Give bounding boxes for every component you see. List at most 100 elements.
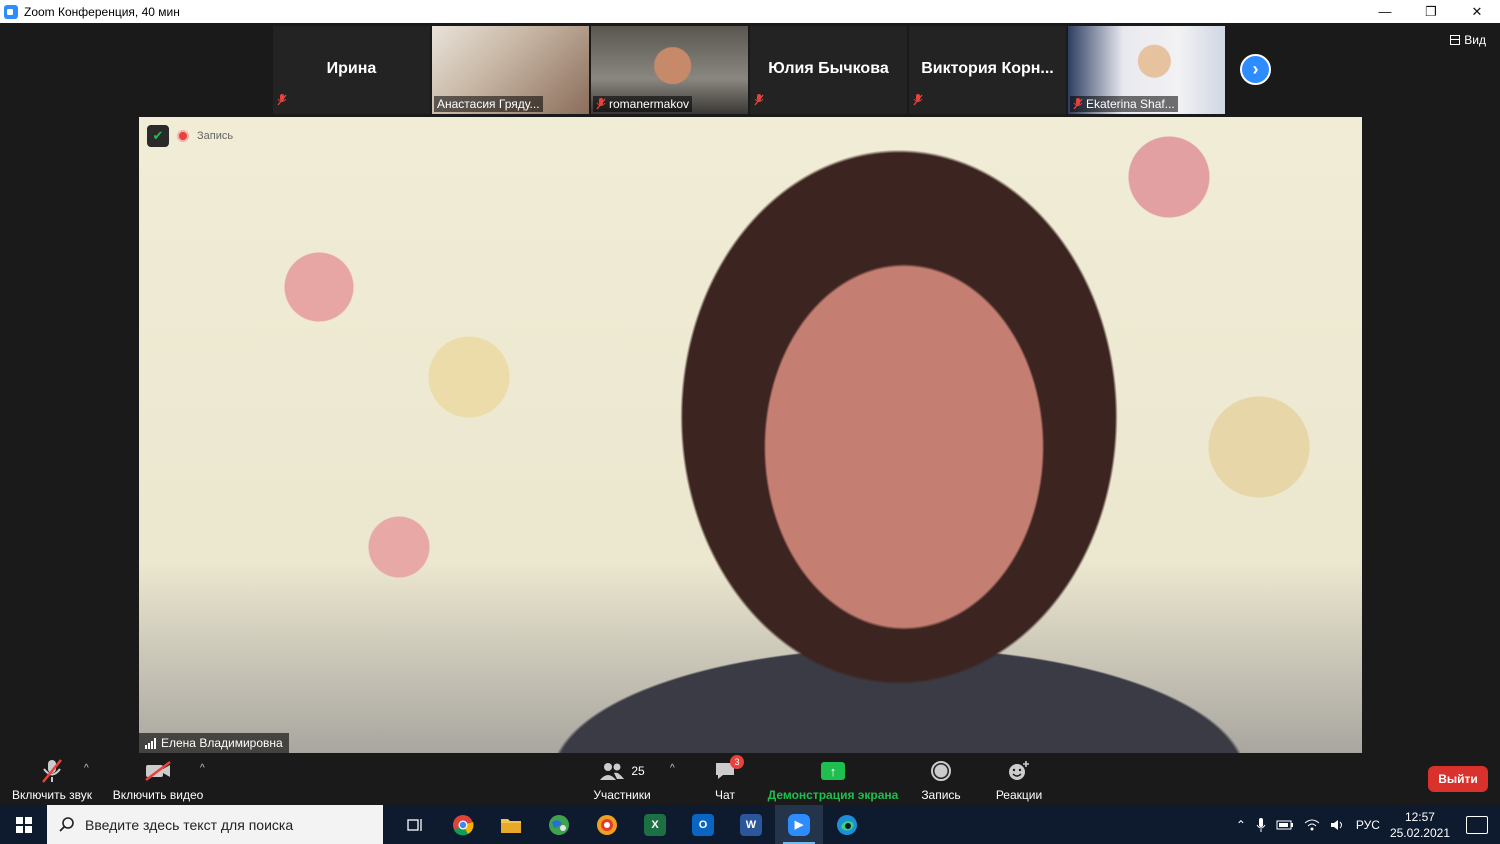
participant-label: Ekaterina Shaf... <box>1070 96 1178 112</box>
share-screen-button[interactable]: ↑ Демонстрация экрана <box>767 757 899 802</box>
participant-thumbnail[interactable]: Юлия Бычкова <box>750 26 907 114</box>
language-indicator[interactable]: РУС <box>1356 818 1380 832</box>
next-page-button[interactable]: › <box>1240 54 1271 85</box>
chrome-icon <box>453 814 474 835</box>
outlook-button[interactable]: O <box>679 805 727 844</box>
microphone-icon[interactable] <box>1256 817 1266 833</box>
minimize-button[interactable]: — <box>1362 0 1408 23</box>
maps-button[interactable] <box>535 805 583 844</box>
recording-label: Запись <box>197 130 234 142</box>
record-icon <box>931 761 951 781</box>
battery-icon[interactable] <box>1276 820 1294 830</box>
taskbar-search[interactable]: Введите здесь текст для поиска <box>47 805 383 844</box>
window-title: Zoom Конференция, 40 мин <box>24 4 180 19</box>
notification-center-icon[interactable] <box>1466 815 1488 834</box>
excel-icon: X <box>644 813 666 836</box>
task-view-button[interactable] <box>391 805 439 844</box>
participant-name: Ирина <box>326 60 377 77</box>
search-icon <box>59 816 74 832</box>
share-screen-icon: ↑ <box>821 762 845 780</box>
participant-label: Анастасия Гряду... <box>434 96 543 112</box>
reactions-button[interactable]: Реакции <box>994 757 1044 802</box>
smiley-plus-icon <box>1007 757 1031 785</box>
chrome-button[interactable] <box>439 805 487 844</box>
participant-name: Ekaterina Shaf... <box>1086 97 1175 111</box>
share-screen-label: Демонстрация экрана <box>767 788 899 802</box>
outlook-icon: O <box>692 813 714 836</box>
window-titlebar: Zoom Конференция, 40 мин — ❐ ✕ <box>0 0 1500 23</box>
video-off-icon <box>144 757 172 785</box>
chat-unread-badge: 3 <box>730 755 744 769</box>
clock-date: 25.02.2021 <box>1389 825 1450 840</box>
participants-count: 25 <box>631 764 645 778</box>
task-view-icon <box>407 818 422 831</box>
leave-meeting-button[interactable]: Выйти <box>1428 766 1488 792</box>
participant-label: romanermakov <box>593 96 693 112</box>
audio-options-caret[interactable]: ^ <box>84 763 89 774</box>
reactions-label: Реакции <box>995 788 1043 802</box>
mic-muted-icon <box>1073 98 1083 110</box>
clock[interactable]: 12:57 25.02.2021 <box>1390 809 1450 841</box>
mic-muted-icon <box>596 98 606 110</box>
mic-muted-icon <box>754 93 764 111</box>
record-button[interactable]: Запись <box>918 757 964 802</box>
chevron-right-icon: › <box>1252 59 1259 79</box>
browser-app-button[interactable] <box>583 805 631 844</box>
participant-thumbnail[interactable]: Ирина <box>273 26 430 114</box>
record-icon-wrap <box>931 757 951 785</box>
chat-button[interactable]: 3 Чат <box>709 755 744 802</box>
participant-thumbnail[interactable]: Ekaterina Shaf... <box>1068 26 1225 114</box>
unmute-label: Включить звук <box>11 788 93 802</box>
participant-thumbnail[interactable]: Анастасия Гряду... <box>432 26 589 114</box>
participant-thumbnail-strip: Ирина Анастасия Гряду... romanermakov Юл… <box>273 26 1225 114</box>
record-dot-icon <box>177 130 189 142</box>
windows-logo-icon <box>15 816 32 833</box>
active-speaker-video: ✔ Запись Елена Владимировна <box>139 117 1362 753</box>
mic-muted-icon <box>277 93 287 111</box>
participant-name: Анастасия Гряду... <box>437 97 540 111</box>
volume-icon[interactable] <box>1330 818 1346 832</box>
search-placeholder: Введите здесь текст для поиска <box>85 816 294 833</box>
record-label: Запись <box>921 788 961 802</box>
zoom-icon: ▶ <box>788 813 810 836</box>
speaker-name: Елена Владимировна <box>161 736 283 750</box>
zoom-app-icon <box>4 4 18 19</box>
start-button[interactable] <box>0 805 47 844</box>
participants-options-caret[interactable]: ^ <box>670 763 675 774</box>
chevron-up-icon[interactable]: ⌃ <box>1236 818 1246 832</box>
participants-button[interactable]: 25 Участники <box>592 757 652 802</box>
file-explorer-button[interactable] <box>487 805 535 844</box>
close-button[interactable]: ✕ <box>1454 0 1500 23</box>
start-video-label: Включить видео <box>112 788 204 802</box>
speaker-name-label: Елена Владимировна <box>139 733 289 753</box>
excel-button[interactable]: X <box>631 805 679 844</box>
participants-icon: 25 <box>599 757 645 785</box>
start-video-button[interactable]: Включить видео <box>112 757 204 802</box>
participant-name: romanermakov <box>609 97 690 111</box>
participants-label: Участники <box>593 788 651 802</box>
view-button[interactable]: Вид <box>1450 33 1486 47</box>
participant-thumbnail[interactable]: Виктория Корн... <box>909 26 1066 114</box>
video-options-caret[interactable]: ^ <box>200 763 205 774</box>
signal-strength-icon <box>145 737 156 749</box>
chat-icon: 3 <box>714 755 744 785</box>
word-icon: W <box>740 813 762 836</box>
edge-button[interactable] <box>823 805 871 844</box>
participant-thumbnail[interactable]: romanermakov <box>591 26 748 114</box>
word-button[interactable]: W <box>727 805 775 844</box>
meeting-stage: Ирина Анастасия Гряду... romanermakov Юл… <box>0 23 1500 755</box>
folder-icon <box>501 818 521 833</box>
shield-check-icon[interactable]: ✔ <box>147 125 169 147</box>
unmute-button[interactable]: Включить звук <box>10 757 94 802</box>
browser-app-icon <box>597 814 617 835</box>
system-tray: ⌃ РУС 12:57 25.02.2021 <box>1236 809 1500 841</box>
wifi-icon[interactable] <box>1304 818 1320 832</box>
windows-taskbar: Введите здесь текст для поиска X O W ▶ ⌃… <box>0 805 1500 844</box>
globe-icon <box>549 814 569 835</box>
restore-button[interactable]: ❐ <box>1408 0 1454 23</box>
participant-name: Юлия Бычкова <box>768 60 889 77</box>
taskbar-apps: X O W ▶ <box>391 805 871 844</box>
edge-icon <box>837 814 857 835</box>
share-screen-icon-wrap: ↑ <box>821 757 845 785</box>
zoom-taskbar-button[interactable]: ▶ <box>775 805 823 844</box>
